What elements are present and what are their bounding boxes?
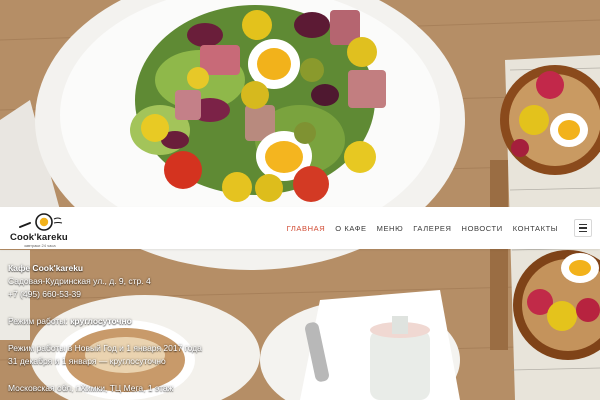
brand-logo[interactable]: Cook'kareku завтраки 24 часа	[10, 211, 72, 248]
cafe-phone[interactable]: +7 (495) 660-53-39	[8, 288, 308, 301]
hamburger-icon[interactable]	[574, 219, 592, 237]
opening-hours: Режим работы: круглосуточно	[8, 315, 308, 328]
cafe-address: Садовая-Кудринская ул., д. 9, стр. 4	[8, 276, 151, 286]
nav-item-menu[interactable]: МЕНЮ	[377, 224, 404, 233]
cafe-title: Кафе Cook'kareku	[8, 263, 84, 273]
brand-name: Cook'kareku	[10, 232, 68, 243]
nav-item-news[interactable]: НОВОСТИ	[462, 224, 503, 233]
site-header: Cook'kareku завтраки 24 часа ГЛАВНАЯ О К…	[0, 207, 600, 249]
nav-item-about[interactable]: О КАФЕ	[335, 224, 366, 233]
hamburger-line	[579, 223, 587, 226]
nav-item-contacts[interactable]: КОНТАКТЫ	[513, 224, 558, 233]
brand-tagline: завтраки 24 часа	[24, 243, 56, 248]
hours-value: круглосуточно	[70, 316, 132, 326]
main-nav: ГЛАВНАЯ О КАФЕ МЕНЮ ГАЛЕРЕЯ НОВОСТИ КОНТ…	[277, 207, 558, 249]
hours-label: Режим работы:	[8, 316, 71, 326]
nav-item-gallery[interactable]: ГАЛЕРЕЯ	[413, 224, 451, 233]
hamburger-line	[579, 227, 587, 229]
nav-item-home[interactable]: ГЛАВНАЯ	[287, 224, 326, 233]
frying-pan-egg-logo-icon	[19, 213, 63, 231]
hamburger-line	[579, 230, 587, 233]
holiday-hours-detail: 31 декабря и 1 января — круглосуточно	[8, 356, 166, 366]
holiday-hours-title: Режим работы в Новый Год и 1 января 2017…	[8, 343, 202, 353]
cafe-info: Кафе Cook'kareku Садовая-Кудринская ул.,…	[8, 262, 308, 395]
second-location: Московская обл, г.Химки, ТЦ Мега, 1 этаж	[8, 383, 174, 393]
